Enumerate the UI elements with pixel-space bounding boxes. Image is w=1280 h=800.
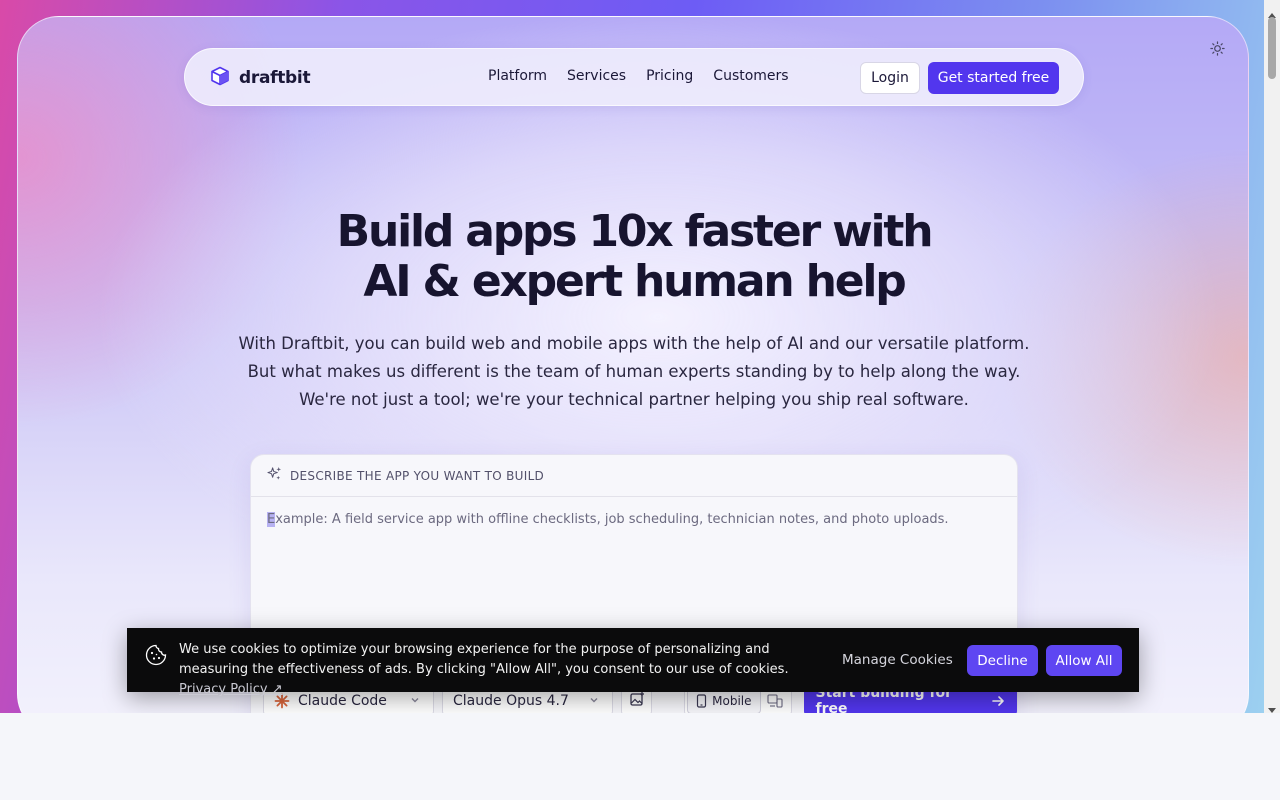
page-viewport: draftbit Platform Services Pricing Custo… xyxy=(0,0,1264,713)
privacy-policy-link[interactable]: Privacy Policy ↗ xyxy=(179,682,283,697)
cookie-consent-banner: We use cookies to optimize your browsing… xyxy=(127,628,1139,697)
cookie-message: We use cookies to optimize your browsing… xyxy=(179,640,829,700)
sun-icon[interactable] xyxy=(1210,41,1225,60)
input-placeholder: xample: A field service app with offline… xyxy=(275,512,949,527)
cube-logo-icon xyxy=(210,66,230,90)
decline-cookies-button[interactable]: Decline xyxy=(967,645,1038,676)
hero-headline: Build apps 10x faster with AI & expert h… xyxy=(18,206,1248,307)
page-scrollbar[interactable] xyxy=(1264,0,1280,713)
nav-link-customers[interactable]: Customers xyxy=(713,68,788,84)
prompt-label: DESCRIBE THE APP YOU WANT TO BUILD xyxy=(290,468,545,483)
headline-line-2: AI & expert human help xyxy=(363,256,906,307)
top-navbar: draftbit Platform Services Pricing Custo… xyxy=(184,48,1084,106)
manage-cookies-button[interactable]: Manage Cookies xyxy=(842,652,953,668)
hero-section: draftbit Platform Services Pricing Custo… xyxy=(17,16,1249,713)
nav-link-pricing[interactable]: Pricing xyxy=(646,68,693,84)
text-cursor: E xyxy=(267,512,276,527)
sparkles-icon xyxy=(267,466,282,485)
nav-link-services[interactable]: Services xyxy=(567,68,626,84)
brand-name: draftbit xyxy=(239,68,311,88)
app-description-input[interactable]: Example: A field service app with offlin… xyxy=(267,512,1007,527)
arrow-right-icon xyxy=(991,694,1005,708)
cookie-icon xyxy=(145,644,167,670)
hero-subtext: With Draftbit, you can build web and mob… xyxy=(238,334,1030,409)
scrollbar-thumb[interactable] xyxy=(1268,17,1276,79)
login-button[interactable]: Login xyxy=(860,62,920,94)
brand-logo[interactable]: draftbit xyxy=(210,66,311,90)
browser-bottom-area xyxy=(0,713,1280,800)
cookie-message-text: We use cookies to optimize your browsing… xyxy=(179,642,789,677)
headline-line-1: Build apps 10x faster with xyxy=(336,206,934,257)
nav-links: Platform Services Pricing Customers xyxy=(488,68,789,84)
allow-all-cookies-button[interactable]: Allow All xyxy=(1046,645,1122,676)
nav-link-platform[interactable]: Platform xyxy=(488,68,547,84)
get-started-button[interactable]: Get started free xyxy=(928,62,1059,94)
prompt-header: DESCRIBE THE APP YOU WANT TO BUILD xyxy=(251,455,1017,497)
